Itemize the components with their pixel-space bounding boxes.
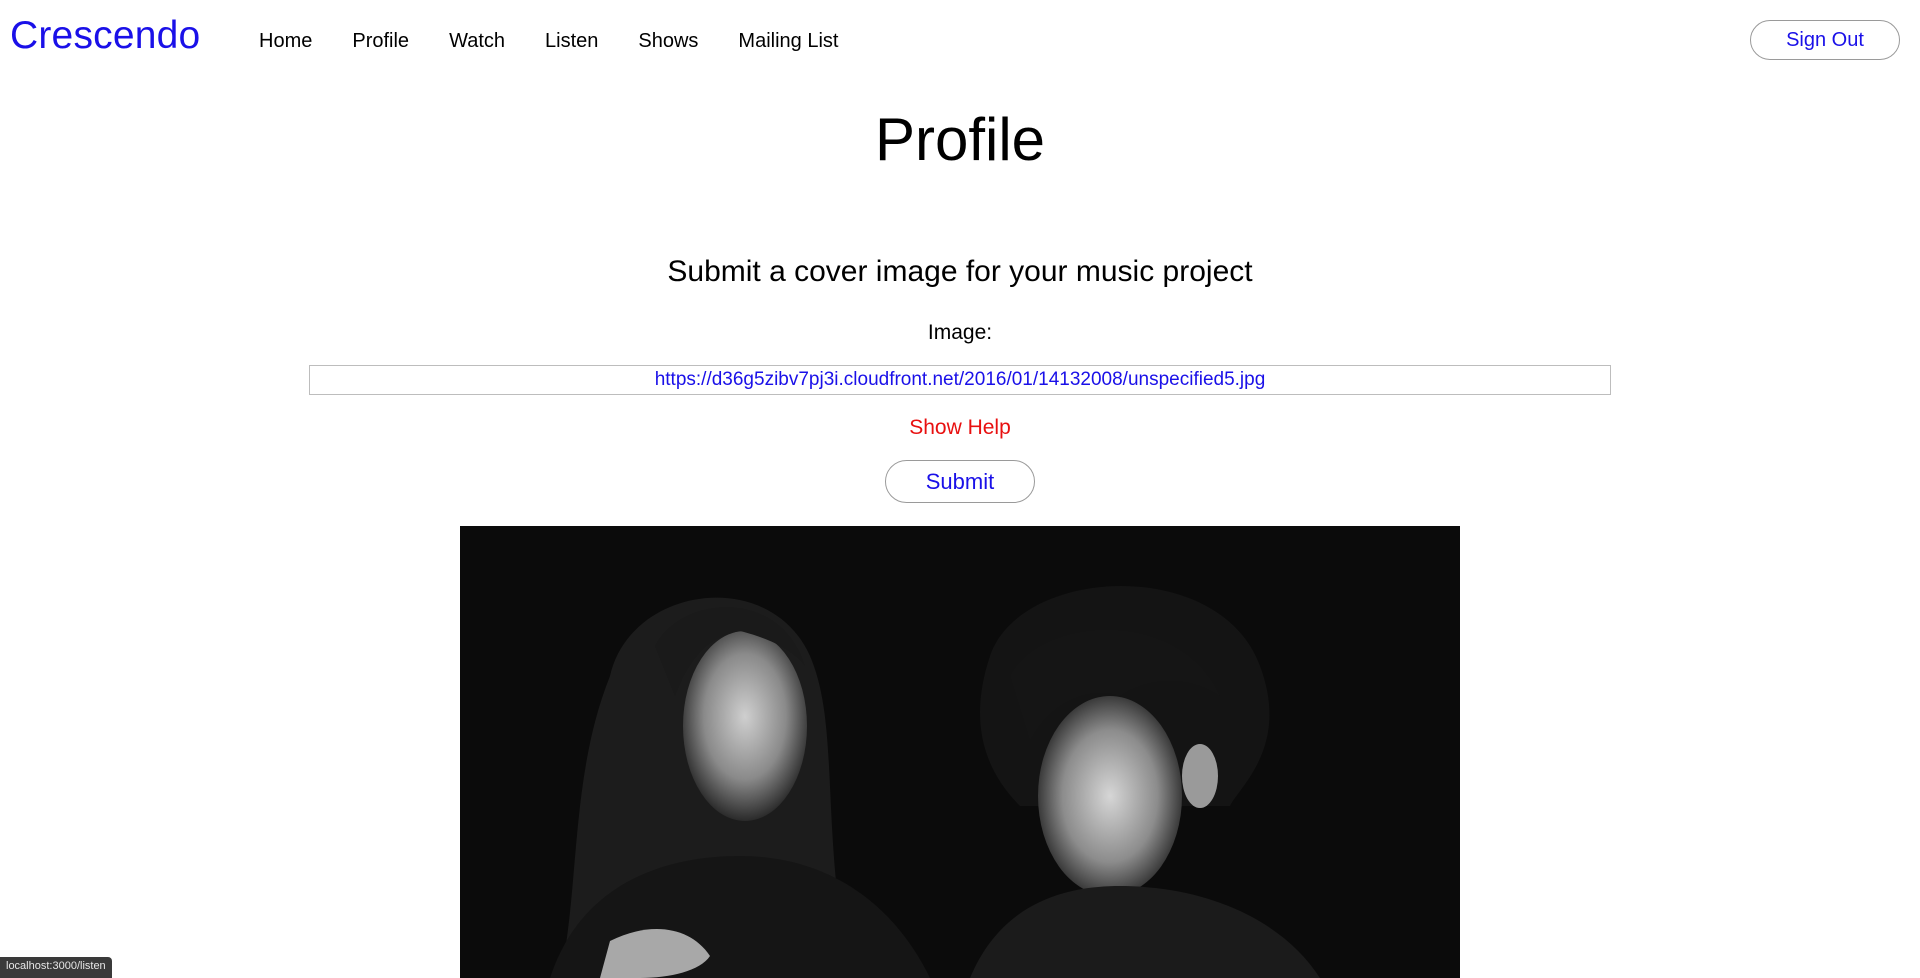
browser-status-bar: localhost:3000/listen (0, 957, 112, 978)
page-title: Profile (874, 106, 1046, 173)
main-nav: Home Profile Watch Listen Shows Mailing … (259, 30, 878, 53)
image-field-label: Image: (927, 321, 993, 344)
nav-link-home[interactable]: Home (259, 30, 312, 53)
nav-link-shows[interactable]: Shows (638, 30, 698, 53)
sign-out-button[interactable]: Sign Out (1750, 20, 1900, 60)
nav-link-watch[interactable]: Watch (449, 30, 505, 53)
image-url-input[interactable] (309, 365, 1611, 395)
show-help-link[interactable]: Show Help (0, 416, 1920, 440)
nav-link-profile[interactable]: Profile (352, 30, 409, 53)
band-photo-image (460, 526, 1460, 978)
top-navbar: Crescendo Home Profile Watch Listen Show… (0, 0, 1920, 84)
submit-button[interactable]: Submit (885, 460, 1035, 503)
section-heading: Submit a cover image for your music proj… (667, 255, 1253, 288)
cover-image-preview (460, 526, 1460, 978)
nav-link-mailing-list[interactable]: Mailing List (738, 30, 838, 53)
nav-link-listen[interactable]: Listen (545, 30, 598, 53)
brand-logo-link[interactable]: Crescendo (10, 14, 200, 58)
